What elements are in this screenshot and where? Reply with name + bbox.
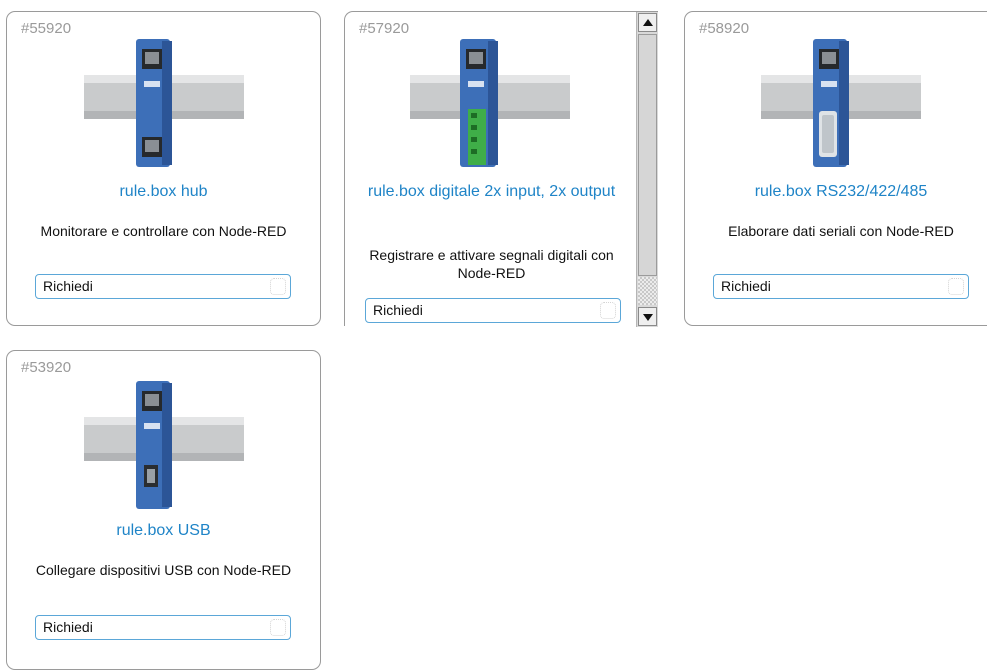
product-title-link[interactable]: rule.box USB: [17, 520, 310, 541]
product-card-55920[interactable]: #55920 rule.box hub Monitorare e control…: [6, 11, 321, 326]
request-button[interactable]: Richiedi: [713, 274, 969, 299]
product-card-57920[interactable]: #57920 rule.box digitale 2x input, 2x ou…: [344, 11, 658, 327]
request-button-label: Richiedi: [43, 278, 93, 294]
arrow-down-icon: [643, 314, 653, 321]
scroll-up-button[interactable]: [638, 13, 657, 32]
scroll-thumb[interactable]: [638, 34, 657, 276]
request-button-label: Richiedi: [721, 278, 771, 294]
product-sku: #53920: [21, 359, 72, 376]
product-image-hub: [84, 39, 244, 167]
vertical-scrollbar[interactable]: [636, 12, 658, 327]
button-corner-icon: [270, 278, 286, 295]
product-description: Collegare dispositivi USB con Node-RED: [35, 562, 292, 578]
request-button[interactable]: Richiedi: [35, 274, 291, 299]
arrow-up-icon: [643, 19, 653, 26]
product-description: Elaborare dati seriali con Node-RED: [728, 223, 954, 239]
product-card-body: #58920 rule.box RS232/422/485 Elaborare …: [685, 12, 987, 325]
request-button-label: Richiedi: [373, 302, 423, 318]
product-title-link[interactable]: rule.box digitale 2x input, 2x output: [355, 181, 628, 202]
product-title-link[interactable]: rule.box hub: [17, 181, 310, 202]
scroll-track[interactable]: [638, 277, 657, 305]
request-button-label: Richiedi: [43, 619, 93, 635]
button-corner-icon: [600, 302, 616, 319]
product-card-53920[interactable]: #53920 rule.box USB Collegare dispositiv…: [6, 350, 321, 670]
product-sku: #57920: [359, 20, 410, 37]
product-title-link[interactable]: rule.box RS232/422/485: [695, 181, 987, 202]
product-image-serial: [761, 39, 921, 167]
button-corner-icon: [948, 278, 964, 295]
product-image-usb: [84, 381, 244, 509]
product-card-body: #57920 rule.box digitale 2x input, 2x ou…: [345, 12, 638, 326]
button-corner-icon: [270, 619, 286, 636]
product-image-digital-io: [410, 39, 570, 167]
product-card-body: #55920 rule.box hub Monitorare e control…: [7, 12, 320, 325]
product-description: Registrare e attivare segnali digitali c…: [369, 247, 614, 281]
request-button[interactable]: Richiedi: [365, 298, 621, 323]
scroll-down-button[interactable]: [638, 307, 657, 326]
request-button[interactable]: Richiedi: [35, 615, 291, 640]
product-sku: #55920: [21, 20, 72, 37]
product-card-58920[interactable]: #58920 rule.box RS232/422/485 Elaborare …: [684, 11, 987, 326]
product-card-body: #53920 rule.box USB Collegare dispositiv…: [7, 351, 320, 669]
product-sku: #58920: [699, 20, 750, 37]
product-description: Monitorare e controllare con Node-RED: [40, 223, 287, 239]
